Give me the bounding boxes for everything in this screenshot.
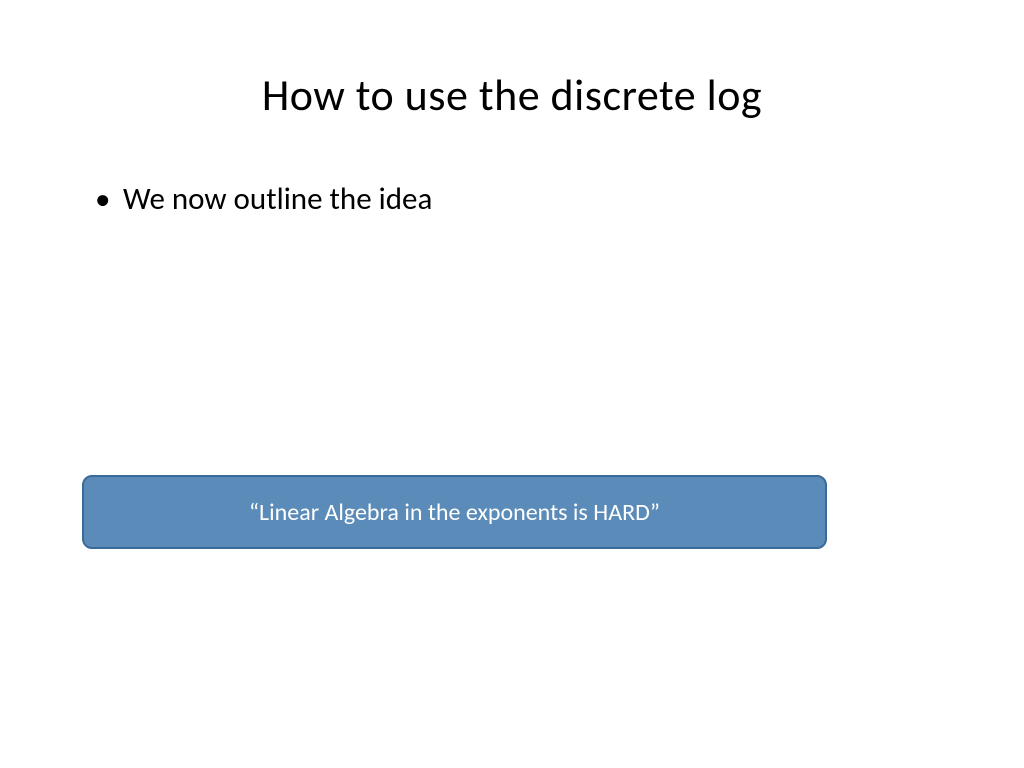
callout-box: “Linear Algebra in the exponents is HARD… xyxy=(82,475,827,549)
bullet-item: We now outline the idea xyxy=(95,180,1024,218)
bullet-list: We now outline the idea xyxy=(0,122,1024,218)
slide-title: How to use the discrete log xyxy=(0,0,1024,122)
callout-text: “Linear Algebra in the exponents is HARD… xyxy=(249,498,660,527)
